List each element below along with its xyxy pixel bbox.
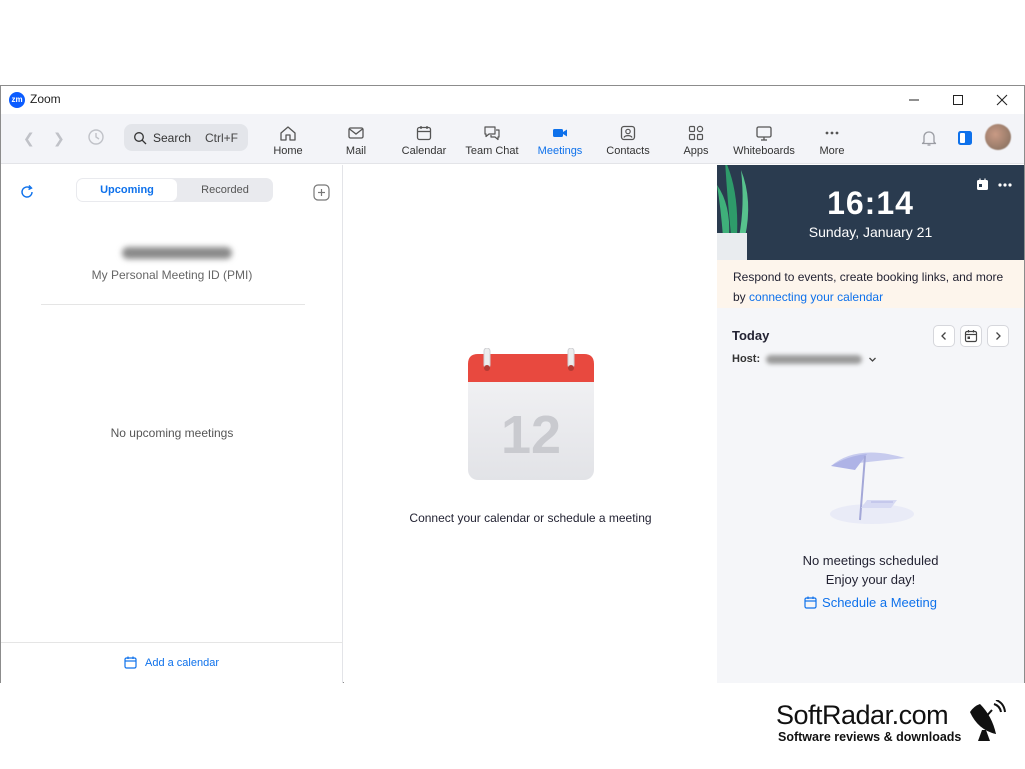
calendar-add-icon bbox=[124, 656, 137, 669]
tab-whiteboards[interactable]: Whiteboards bbox=[730, 122, 798, 160]
pmi-label: My Personal Meeting ID (PMI) bbox=[91, 268, 253, 282]
tab-contacts[interactable]: Contacts bbox=[603, 122, 653, 160]
prev-day-button[interactable] bbox=[933, 325, 955, 347]
home-icon bbox=[280, 126, 296, 141]
calendar-illustration-icon: 12 bbox=[466, 347, 596, 488]
add-calendar-label: Add a calendar bbox=[145, 656, 219, 669]
mail-icon bbox=[348, 127, 364, 139]
window-title: Zoom bbox=[30, 92, 61, 106]
calendar-day-number: 12 bbox=[501, 405, 561, 465]
search-box[interactable]: Search Ctrl+F bbox=[124, 124, 248, 151]
apps-icon bbox=[688, 125, 704, 141]
main-toolbar: ❮ ❯ Search Ctrl+F Home Mail Calendar Tea… bbox=[1, 114, 1024, 164]
tab-label: Team Chat bbox=[465, 145, 519, 157]
calendar-quick-icon[interactable] bbox=[976, 178, 989, 196]
watermark-brand: SoftRadar.com bbox=[776, 700, 949, 730]
tab-label: More bbox=[819, 145, 845, 157]
tab-label: Whiteboards bbox=[733, 145, 795, 157]
pmi-number-redacted bbox=[122, 247, 232, 259]
chevron-down-icon bbox=[869, 357, 877, 362]
beach-umbrella-illustration-icon bbox=[827, 448, 917, 533]
tab-label: Home bbox=[273, 145, 303, 157]
tab-meetings[interactable]: Meetings bbox=[534, 122, 586, 160]
segment-upcoming[interactable]: Upcoming bbox=[77, 179, 177, 201]
calendar-connect-pane: 12 Connect your calendar or schedule a m… bbox=[344, 165, 717, 683]
refresh-icon[interactable] bbox=[19, 184, 35, 205]
today-pane: 16:14 Sunday, January 21 Respond to even… bbox=[717, 165, 1024, 683]
divider bbox=[41, 304, 305, 305]
connect-calendar-message: Connect your calendar or schedule a meet… bbox=[409, 511, 652, 525]
tab-more[interactable]: More bbox=[814, 122, 850, 160]
tab-label: Meetings bbox=[537, 145, 583, 157]
avatar[interactable] bbox=[985, 124, 1011, 150]
minimize-button[interactable] bbox=[892, 86, 936, 114]
notification-bell-icon[interactable] bbox=[920, 129, 938, 152]
close-button[interactable] bbox=[980, 86, 1024, 114]
tab-home[interactable]: Home bbox=[267, 122, 309, 160]
zoom-window: zm Zoom ❮ ❯ Search Ctrl+F Home Mail Cale… bbox=[0, 85, 1025, 683]
meetings-list-pane: Upcoming Recorded My Personal Meeting ID… bbox=[1, 165, 343, 683]
clock-date: Sunday, January 21 bbox=[808, 224, 933, 240]
close-icon bbox=[996, 94, 1008, 106]
more-options-icon[interactable] bbox=[997, 178, 1013, 196]
watermark-tagline: Software reviews & downloads bbox=[778, 730, 962, 744]
segment-recorded[interactable]: Recorded bbox=[177, 179, 273, 201]
side-panel-toggle-icon[interactable] bbox=[956, 129, 974, 152]
video-icon bbox=[553, 129, 567, 137]
next-day-button[interactable] bbox=[987, 325, 1009, 347]
maximize-icon bbox=[953, 95, 963, 105]
tab-apps[interactable]: Apps bbox=[678, 122, 714, 160]
tab-label: Calendar bbox=[401, 145, 447, 157]
tab-team-chat[interactable]: Team Chat bbox=[464, 122, 520, 160]
connect-calendar-banner: Respond to events, create booking links,… bbox=[717, 260, 1024, 308]
host-label: Host: bbox=[732, 353, 761, 365]
tab-mail[interactable]: Mail bbox=[336, 122, 376, 160]
left-footer: Add a calendar bbox=[1, 642, 343, 683]
segment-control: Upcoming Recorded bbox=[76, 178, 273, 202]
clock-hero: 16:14 Sunday, January 21 bbox=[717, 165, 1024, 260]
chat-icon bbox=[484, 126, 500, 141]
search-placeholder: Search bbox=[153, 130, 192, 145]
schedule-meeting-label: Schedule a Meeting bbox=[822, 595, 937, 610]
title-bar: zm Zoom bbox=[1, 86, 1024, 114]
no-upcoming-text: No upcoming meetings bbox=[110, 426, 234, 440]
more-icon bbox=[825, 131, 839, 135]
host-name-redacted bbox=[766, 354, 863, 364]
contacts-icon bbox=[620, 125, 636, 141]
host-selector[interactable]: Host: bbox=[732, 353, 877, 365]
maximize-button[interactable] bbox=[936, 86, 980, 114]
add-calendar-button[interactable]: Add a calendar bbox=[124, 656, 219, 669]
search-shortcut: Ctrl+F bbox=[205, 130, 238, 145]
calendar-icon bbox=[416, 126, 432, 141]
whiteboard-icon bbox=[756, 126, 772, 141]
schedule-meeting-link[interactable]: Schedule a Meeting bbox=[717, 595, 1024, 610]
history-icon[interactable] bbox=[87, 128, 105, 151]
today-label: Today bbox=[732, 328, 770, 343]
minimize-icon bbox=[909, 99, 919, 101]
back-arrow-icon[interactable]: ❮ bbox=[23, 130, 35, 147]
connect-calendar-link[interactable]: connecting your calendar bbox=[749, 290, 883, 304]
tab-label: Mail bbox=[345, 145, 367, 157]
tab-calendar[interactable]: Calendar bbox=[398, 122, 450, 160]
add-meeting-icon[interactable] bbox=[313, 184, 330, 206]
no-meetings-text: No meetings scheduled bbox=[802, 553, 939, 568]
forward-arrow-icon[interactable]: ❯ bbox=[53, 130, 65, 147]
enjoy-day-text: Enjoy your day! bbox=[825, 572, 916, 587]
calendar-icon bbox=[964, 330, 978, 343]
calendar-icon bbox=[804, 596, 817, 609]
zoom-logo-icon: zm bbox=[9, 92, 25, 108]
date-picker-button[interactable] bbox=[960, 325, 982, 347]
tab-label: Contacts bbox=[606, 145, 650, 157]
tab-label: Apps bbox=[683, 145, 709, 157]
satellite-dish-icon bbox=[966, 699, 1006, 747]
chevron-right-icon bbox=[996, 332, 1001, 340]
search-icon bbox=[134, 131, 147, 144]
chevron-left-icon bbox=[941, 332, 946, 340]
